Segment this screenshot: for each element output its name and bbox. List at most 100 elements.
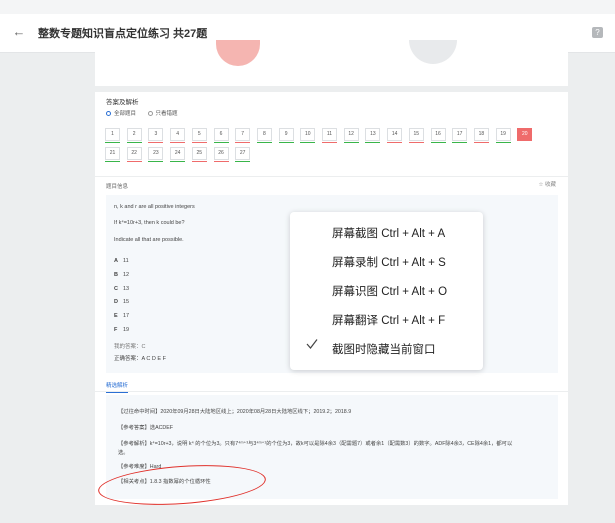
question-number-button[interactable]: 7	[235, 128, 251, 143]
option-letter: E	[114, 313, 118, 320]
status-bar	[322, 141, 337, 143]
question-number-button[interactable]: 9	[278, 128, 294, 143]
status-bar	[365, 141, 381, 143]
top-strip	[0, 0, 615, 15]
status-bar	[430, 141, 446, 143]
question-number-label: 11	[326, 131, 333, 137]
status-bar	[148, 160, 164, 162]
option-letter: B	[114, 271, 118, 278]
question-number-button[interactable]: 17	[452, 128, 468, 143]
answer-section-title: 答案及解析	[106, 99, 139, 106]
question-number-button[interactable]: 15	[408, 128, 424, 143]
question-number-button[interactable]: 10	[300, 128, 316, 143]
status-bar	[235, 160, 251, 162]
menu-item-hide-window-toggle[interactable]: 截图时隐藏当前窗口	[332, 341, 436, 357]
status-bar	[278, 141, 294, 143]
question-number-button[interactable]: 6	[213, 128, 229, 143]
stats-card	[95, 40, 568, 86]
question-number-label: 23	[153, 150, 159, 156]
answer-option: A 11	[114, 258, 129, 264]
question-number-label: 12	[348, 131, 354, 137]
status-bar	[473, 141, 489, 143]
question-number-label: 26	[218, 150, 224, 156]
question-number-button[interactable]: 22	[126, 147, 142, 162]
analysis-line: 选。	[118, 450, 129, 456]
question-number-button[interactable]: 2	[126, 128, 142, 143]
question-number-button[interactable]: 8	[256, 128, 272, 143]
answer-option: B 12	[114, 272, 129, 278]
status-bar	[452, 141, 468, 143]
answer-option: D 15	[114, 299, 129, 305]
question-number-button[interactable]: 20	[517, 128, 533, 141]
analysis-line: 【参考答案】选ACDEF	[118, 425, 174, 431]
question-number-button[interactable]: 12	[343, 128, 359, 143]
question-number-label: 21	[109, 150, 116, 156]
option-value: 17	[123, 313, 130, 320]
question-number-button[interactable]: 14	[387, 128, 403, 143]
status-bar	[191, 160, 207, 162]
option-value: 15	[123, 299, 130, 306]
question-number-label: 6	[219, 131, 223, 137]
question-number-label: 17	[456, 131, 463, 137]
question-number-button[interactable]: 26	[213, 147, 229, 162]
answer-option: C 13	[114, 286, 129, 292]
question-number-button[interactable]: 18	[473, 128, 489, 143]
checkmark-icon	[306, 339, 318, 349]
status-bar	[387, 141, 403, 143]
question-number-button[interactable]: 11	[322, 128, 337, 143]
option-letter: A	[114, 258, 118, 264]
filter-wrong-radio[interactable]: 只看错题	[147, 109, 178, 117]
status-bar	[256, 141, 272, 143]
filter-all-radio[interactable]: 全部题目	[106, 109, 136, 117]
menu-item-screen-ocr[interactable]: 屏幕识图 Ctrl + Alt + O	[332, 283, 447, 299]
question-number-button[interactable]: 25	[191, 147, 207, 162]
status-bar	[126, 160, 142, 162]
status-bar	[213, 160, 229, 162]
option-letter: C	[114, 285, 118, 292]
question-number-button[interactable]: 1	[105, 128, 120, 143]
status-bar	[343, 141, 359, 143]
question-number-label: 27	[239, 150, 246, 156]
question-number-label: 15	[413, 131, 420, 137]
question-number-button[interactable]: 4	[170, 128, 186, 143]
question-number-button[interactable]: 24	[170, 147, 186, 162]
menu-item-screen-translate[interactable]: 屏幕翻译 Ctrl + Alt + F	[332, 312, 445, 328]
my-answer: 我的答案：C	[114, 344, 146, 350]
question-number-button[interactable]: 21	[105, 147, 120, 162]
filter-all-label: 全部题目	[114, 111, 137, 117]
correct-pie-chart	[216, 40, 260, 66]
question-info-label: 题目信息	[106, 184, 129, 190]
question-number-button[interactable]: 19	[495, 128, 511, 143]
option-letter: D	[114, 299, 118, 306]
page-title: 整数专题知识盲点定位练习 共27题	[38, 28, 208, 40]
filter-wrong-label: 只看错题	[155, 111, 178, 117]
question-number-button[interactable]: 23	[148, 147, 164, 162]
answer-option: F 19	[114, 327, 129, 333]
menu-item-screen-record[interactable]: 屏幕录制 Ctrl + Alt + S	[332, 254, 446, 270]
analysis-line: 【参考解析】k⁴=10r+3，说明 k⁴ 的个位为3。只有7⁴ᵐ⁺³与3⁴ᵐ⁺¹…	[118, 441, 513, 447]
status-bar	[170, 141, 186, 143]
question-number-button[interactable]: 16	[430, 128, 446, 143]
question-number-button[interactable]: 13	[365, 128, 381, 143]
status-bar	[170, 160, 186, 162]
question-number-label: 14	[391, 131, 398, 137]
question-number-label: 1	[111, 131, 114, 137]
favorite-button[interactable]: ☆ 收藏	[539, 180, 556, 188]
option-letter: F	[114, 327, 118, 333]
question-number-label: 10	[305, 131, 311, 137]
help-icon[interactable]: ?	[592, 27, 603, 38]
answer-option: E 17	[114, 313, 129, 319]
screenshot-context-menu: 屏幕截图 Ctrl + Alt + A 屏幕录制 Ctrl + Alt + S …	[290, 212, 483, 370]
question-number-button[interactable]: 5	[191, 128, 207, 143]
question-number-button[interactable]: 27	[235, 147, 251, 162]
analysis-line: 【过往命中时间】2020年09月28日大陆地区线上；2020年08月28日大陆地…	[118, 409, 352, 415]
option-value: 11	[123, 258, 129, 264]
back-arrow-icon[interactable]: ←	[10, 23, 28, 41]
status-bar	[408, 141, 424, 143]
menu-item-screenshot[interactable]: 屏幕截图 Ctrl + Alt + A	[332, 225, 445, 241]
question-number-label: 24	[174, 150, 181, 156]
time-pie-chart	[409, 40, 457, 64]
question-number-button[interactable]: 3	[148, 128, 164, 143]
status-bar	[105, 141, 120, 143]
question-number-label: 20	[522, 131, 528, 137]
